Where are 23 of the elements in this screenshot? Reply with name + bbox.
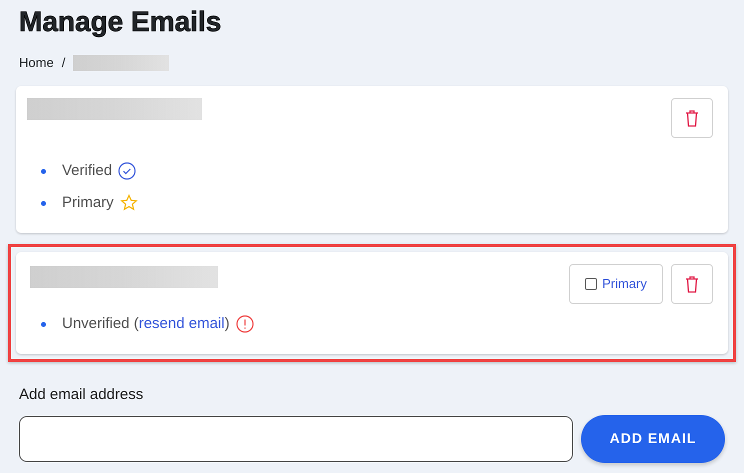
field-label: Add email address	[19, 385, 144, 405]
status-text: Primary	[62, 192, 114, 213]
breadcrumb-link[interactable]: Home	[19, 53, 54, 73]
status-text: Unverified (resend email)	[62, 314, 230, 334]
check-circle-icon	[118, 162, 136, 180]
checkbox-label: Primary	[602, 275, 647, 294]
bullet-dot	[41, 322, 46, 326]
bullet-dot	[41, 168, 46, 174]
add-email-button[interactable]: ADD EMAIL	[581, 414, 725, 462]
star-icon	[120, 194, 138, 212]
resend-email-link[interactable]: resend email	[138, 314, 225, 332]
delete-button[interactable]	[671, 98, 713, 138]
exclamation-circle-icon	[236, 315, 254, 333]
trash-icon	[685, 109, 699, 127]
bullet-dot	[41, 200, 46, 206]
breadcrumb-separator: /	[62, 54, 66, 72]
primary-toggle-button[interactable]: Primary	[569, 264, 663, 304]
delete-button[interactable]	[671, 264, 713, 304]
status-text: Verified	[62, 160, 112, 181]
page-title: Manage Emails	[19, 5, 222, 39]
checkbox[interactable]	[585, 278, 598, 290]
email-input-field[interactable]	[19, 416, 573, 462]
trash-icon	[685, 275, 699, 293]
